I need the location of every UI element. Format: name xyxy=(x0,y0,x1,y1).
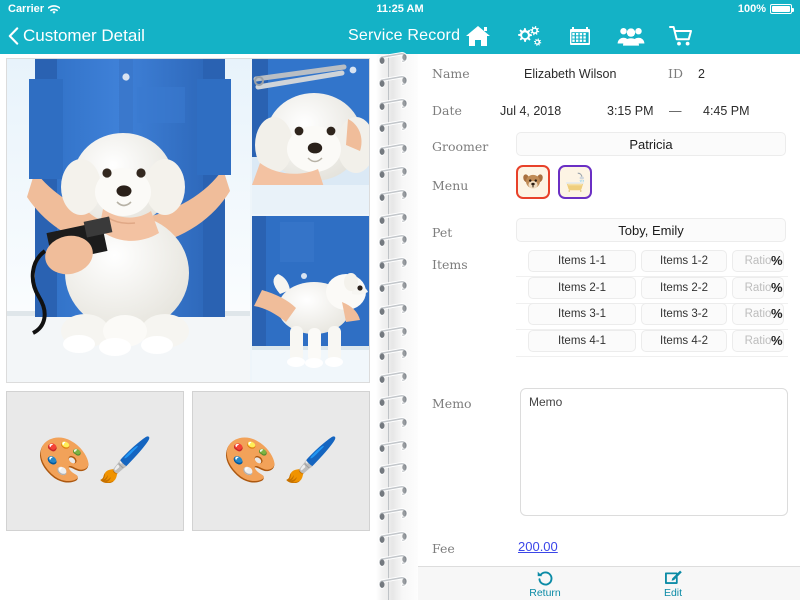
photo-pane: 🎨 🖌️ 🎨 🖌️ xyxy=(0,54,376,600)
name-value: Elizabeth Wilson xyxy=(524,67,617,81)
groomer-field[interactable]: Patricia xyxy=(516,132,786,156)
items-row-3-col1[interactable]: Items 3-1 xyxy=(528,303,636,325)
binding-ring xyxy=(378,485,412,499)
items-row-2-col1[interactable]: Items 2-1 xyxy=(528,276,636,299)
binding-ring xyxy=(378,120,412,134)
status-bar-time: 11:25 AM xyxy=(376,3,424,15)
menu-label: Menu xyxy=(432,178,469,193)
items-label: Items xyxy=(432,257,468,272)
shopping-cart-icon[interactable] xyxy=(668,22,696,50)
pet-label: Pet xyxy=(432,225,453,240)
menu-icon-bath[interactable] xyxy=(558,165,592,199)
binding-ring xyxy=(378,234,412,248)
time-separator: — xyxy=(669,104,682,118)
thumbnail-placeholder-1[interactable]: 🎨 🖌️ xyxy=(6,391,184,531)
artist-palette-icon: 🎨 xyxy=(37,436,92,485)
home-icon[interactable] xyxy=(464,22,492,50)
time-start-value: 3:15 PM xyxy=(607,104,654,118)
binding-ring xyxy=(378,211,412,226)
binding-ring xyxy=(378,166,412,180)
id-value: 2 xyxy=(698,67,705,81)
menu-icon-dog[interactable] xyxy=(516,165,550,199)
fee-value-link[interactable]: 200.00 xyxy=(518,539,558,554)
items-row-4-col1[interactable]: Items 4-1 xyxy=(528,329,636,352)
memo-label: Memo xyxy=(432,396,472,411)
artist-palette-icon: 🎨 xyxy=(223,436,278,485)
thumbnail-row: 🎨 🖌️ 🎨 🖌️ xyxy=(6,391,370,531)
date-label: Date xyxy=(432,103,462,118)
items-row-divider xyxy=(516,355,788,357)
calendar-icon[interactable] xyxy=(566,22,594,50)
items-row-1-percent-label: % xyxy=(771,253,783,268)
undo-arrow-icon xyxy=(536,569,555,587)
pencil-square-icon xyxy=(664,569,683,587)
page-title: Service Record xyxy=(348,27,461,44)
binding-ring xyxy=(378,74,412,89)
bottom-toolbar: Return Edit xyxy=(418,566,800,600)
return-button[interactable]: Return xyxy=(500,568,590,600)
items-row-4-col2[interactable]: Items 4-2 xyxy=(641,329,727,352)
edit-button-label: Edit xyxy=(663,587,683,599)
binding-ring xyxy=(378,325,412,340)
binding-ring xyxy=(378,416,412,431)
binding-ring xyxy=(378,371,412,385)
memo-field[interactable]: Memo xyxy=(520,388,788,516)
binding-ring xyxy=(378,97,412,112)
fee-label: Fee xyxy=(432,541,455,556)
back-button[interactable]: Customer Detail xyxy=(8,18,145,54)
name-label: Name xyxy=(432,66,470,81)
groomer-label: Groomer xyxy=(432,139,489,154)
chevron-left-icon xyxy=(8,27,19,45)
binding-ring xyxy=(378,394,412,408)
people-group-icon[interactable] xyxy=(617,22,645,50)
photo-main[interactable] xyxy=(7,59,250,382)
binding-ring xyxy=(378,143,412,157)
binding-ring xyxy=(378,257,412,271)
binding-ring xyxy=(378,280,412,294)
binding-ring xyxy=(378,52,412,66)
binding-ring xyxy=(378,508,412,522)
nav-bar: Customer Detail Service Record xyxy=(0,18,800,54)
back-button-label: Customer Detail xyxy=(23,26,145,45)
binding-ring xyxy=(378,576,412,590)
battery-percent-label: 100% xyxy=(737,3,766,15)
items-row-3-col2[interactable]: Items 3-2 xyxy=(641,303,727,325)
status-bar-right: 100% xyxy=(737,3,794,15)
record-form: Name Elizabeth Wilson ID 2 Date Jul 4, 2… xyxy=(418,54,800,600)
gears-icon[interactable] xyxy=(515,22,543,50)
binding-ring xyxy=(378,462,412,476)
items-row-1-col2[interactable]: Items 1-2 xyxy=(641,250,727,272)
battery-full-icon xyxy=(770,4,794,14)
binding-ring xyxy=(378,348,412,362)
date-value: Jul 4, 2018 xyxy=(500,104,562,118)
spiral-binding xyxy=(376,52,418,600)
time-end-value: 4:45 PM xyxy=(703,104,750,118)
binding-ring xyxy=(378,439,412,454)
items-row-2-col2[interactable]: Items 2-2 xyxy=(641,276,727,299)
items-row-3-percent-label: % xyxy=(771,306,783,321)
items-row-1-col1[interactable]: Items 1-1 xyxy=(528,250,636,272)
return-button-label: Return xyxy=(529,587,561,599)
id-label: ID xyxy=(668,66,683,81)
pet-field[interactable]: Toby, Emily xyxy=(516,218,786,242)
binding-ring xyxy=(378,553,412,568)
binding-ring xyxy=(378,188,412,203)
thumbnail-placeholder-2[interactable]: 🎨 🖌️ xyxy=(192,391,370,531)
photo-top-right[interactable] xyxy=(252,59,369,214)
photo-bottom-right[interactable] xyxy=(252,216,369,382)
binding-ring xyxy=(378,530,412,545)
paintbrush-icon: 🖌️ xyxy=(284,436,339,485)
photo-collage[interactable] xyxy=(6,58,370,383)
nav-icon-group xyxy=(464,18,696,54)
items-row-2-percent-label: % xyxy=(771,279,783,295)
binding-ring xyxy=(378,302,412,317)
service-record-screen: Carrier 11:25 AM 100% Customer Detail Se… xyxy=(0,0,800,600)
edit-button[interactable]: Edit xyxy=(628,568,718,600)
paintbrush-icon: 🖌️ xyxy=(98,436,153,485)
items-row-4-percent-label: % xyxy=(771,332,783,348)
status-bar: Carrier 11:25 AM 100% xyxy=(0,0,800,18)
